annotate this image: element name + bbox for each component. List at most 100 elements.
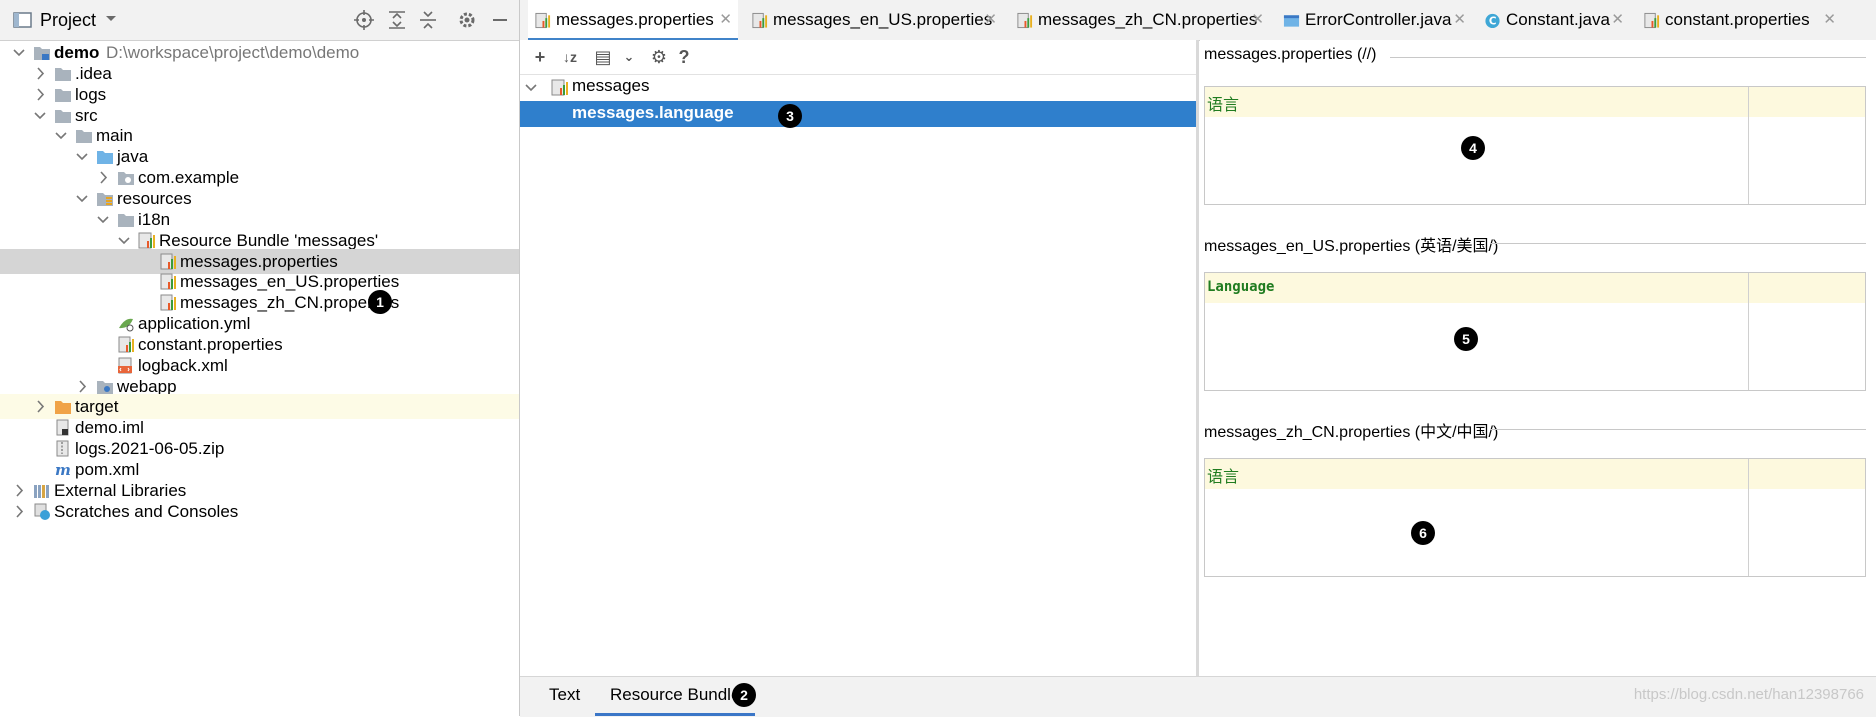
current-line-highlight	[1749, 87, 1865, 117]
editor-tab[interactable]: messages_en_US.properties ✕	[745, 0, 1003, 38]
section-divider	[1490, 429, 1866, 430]
add-property-button[interactable]: +	[529, 46, 551, 68]
sort-alphabetically-button[interactable]: ↓z	[556, 46, 584, 68]
java-file-icon	[1283, 15, 1300, 27]
editor-tab[interactable]: constant.properties ✕	[1637, 0, 1842, 38]
property-key-label[interactable]: messages.language	[572, 103, 734, 123]
web-folder-icon	[97, 380, 113, 394]
resource-bundle-icon	[551, 79, 568, 96]
gear-icon[interactable]	[456, 9, 478, 31]
annotation-marker-5: 5	[1454, 327, 1478, 351]
property-value-editor[interactable]: Language	[1204, 272, 1866, 391]
property-value-editor[interactable]: 语言	[1204, 458, 1866, 577]
hide-panel-icon[interactable]	[489, 9, 511, 31]
project-view-icon	[13, 12, 32, 28]
collapse-all-icon[interactable]	[417, 9, 439, 31]
editor-tab-label: Constant.java	[1506, 10, 1610, 29]
properties-file-icon	[160, 253, 176, 269]
module-folder-icon	[34, 47, 50, 60]
iml-file-icon	[56, 419, 69, 436]
close-icon[interactable]: ✕	[1611, 0, 1624, 40]
annotation-marker-1: 1	[368, 290, 392, 314]
locate-icon[interactable]	[353, 9, 375, 31]
scratches-icon	[34, 503, 50, 520]
folder-icon	[55, 88, 71, 102]
tab-text[interactable]: Text	[549, 677, 580, 713]
yaml-file-icon	[119, 318, 134, 332]
folder-icon	[118, 213, 134, 227]
editor-tab-label: ErrorController.java	[1305, 10, 1452, 29]
svg-text:m: m	[55, 461, 71, 478]
svg-text:C: C	[1489, 16, 1497, 28]
property-value-text[interactable]: 语言	[1207, 91, 1239, 115]
editor-tab-label: constant.properties	[1665, 10, 1810, 29]
properties-file-icon	[160, 273, 176, 290]
close-icon[interactable]: ✕	[719, 0, 732, 40]
help-button[interactable]: ?	[673, 46, 695, 68]
annotation-marker-2: 2	[732, 683, 756, 707]
class-icon: C	[1485, 13, 1500, 29]
editor-tab-label: messages_zh_CN.properties	[1038, 10, 1258, 29]
locale-section-title: messages_en_US.properties (英语/美国/)	[1204, 238, 1499, 255]
resource-bundle-icon	[138, 232, 155, 249]
watermark: https://blog.csdn.net/han12398766	[1633, 686, 1864, 703]
annotation-marker-3: 3	[778, 104, 802, 128]
properties-file-icon	[160, 294, 176, 311]
editor-tab-label: messages_en_US.properties	[773, 10, 993, 29]
splitter[interactable]	[1196, 40, 1199, 676]
property-value-text[interactable]: 语言	[1207, 463, 1239, 487]
current-line-highlight	[1749, 459, 1865, 489]
current-line-highlight	[1749, 273, 1865, 303]
editor-tab[interactable]: messages.properties ✕	[528, 0, 738, 41]
current-line-highlight	[1205, 87, 1748, 117]
bundle-root-label[interactable]: messages	[572, 76, 649, 96]
editor-tab-bar: messages.properties ✕ messages_en_US.prope…	[520, 0, 1876, 41]
project-panel-title[interactable]: Project	[40, 10, 96, 31]
properties-file-icon	[752, 12, 768, 29]
excluded-folder-icon	[55, 401, 71, 415]
chevron-right-icon[interactable]	[12, 499, 26, 524]
group-dropdown-button[interactable]: ⌄	[618, 46, 640, 68]
close-icon[interactable]: ✕	[984, 0, 997, 40]
folder-icon	[55, 109, 71, 123]
editor-tab[interactable]: ErrorController.java ✕	[1277, 0, 1472, 38]
bottom-tab-bar: Text Resource Bundle https://blog.csdn.n…	[520, 676, 1876, 717]
chevron-down-icon[interactable]	[103, 11, 119, 27]
tree-item-label: Scratches and Consoles	[54, 501, 239, 521]
folder-icon	[76, 130, 92, 144]
property-value-editor[interactable]: 语言	[1204, 86, 1866, 205]
right-margin-guide	[1748, 459, 1749, 576]
xml-file-icon	[118, 357, 132, 374]
current-line-highlight	[1205, 273, 1748, 303]
editor-tab[interactable]: C Constant.java ✕	[1478, 0, 1630, 38]
package-icon	[118, 172, 134, 186]
folder-icon	[55, 67, 71, 81]
bundle-key-tree: messages messages.language	[520, 75, 1196, 675]
properties-file-icon	[1644, 12, 1660, 29]
chevron-down-icon[interactable]	[524, 81, 538, 95]
bundle-toolbar: + ↓z ▤ ⌄ ⚙ ?	[520, 40, 1196, 75]
settings-button[interactable]: ⚙	[648, 46, 670, 68]
expand-all-icon[interactable]	[386, 9, 408, 31]
close-icon[interactable]: ✕	[1453, 0, 1466, 40]
project-panel: Project demo D:\workspace\project\demo\de…	[0, 0, 520, 716]
right-margin-guide	[1748, 87, 1749, 204]
close-icon[interactable]: ✕	[1823, 0, 1836, 40]
editor-tab[interactable]: messages_zh_CN.properties ✕	[1010, 0, 1270, 38]
annotation-marker-6: 6	[1411, 521, 1435, 545]
maven-file-icon: m	[55, 461, 71, 478]
annotation-marker-4: 4	[1461, 136, 1485, 160]
project-panel-header: Project	[0, 0, 519, 41]
source-folder-icon	[97, 151, 113, 165]
locale-section-title: messages_zh_CN.properties (中文/中国/)	[1204, 424, 1499, 441]
property-key-row[interactable]: messages.language	[520, 101, 1196, 127]
current-line-highlight	[1205, 459, 1748, 489]
resources-folder-icon	[97, 192, 113, 206]
section-divider	[1490, 243, 1866, 244]
property-value-text[interactable]: Language	[1207, 279, 1274, 295]
tree-item[interactable]: Scratches and Consoles	[0, 499, 519, 524]
close-icon[interactable]: ✕	[1251, 0, 1264, 40]
group-by-prefix-button[interactable]: ▤	[592, 46, 614, 68]
properties-file-icon	[535, 12, 551, 29]
right-margin-guide	[1748, 273, 1749, 390]
